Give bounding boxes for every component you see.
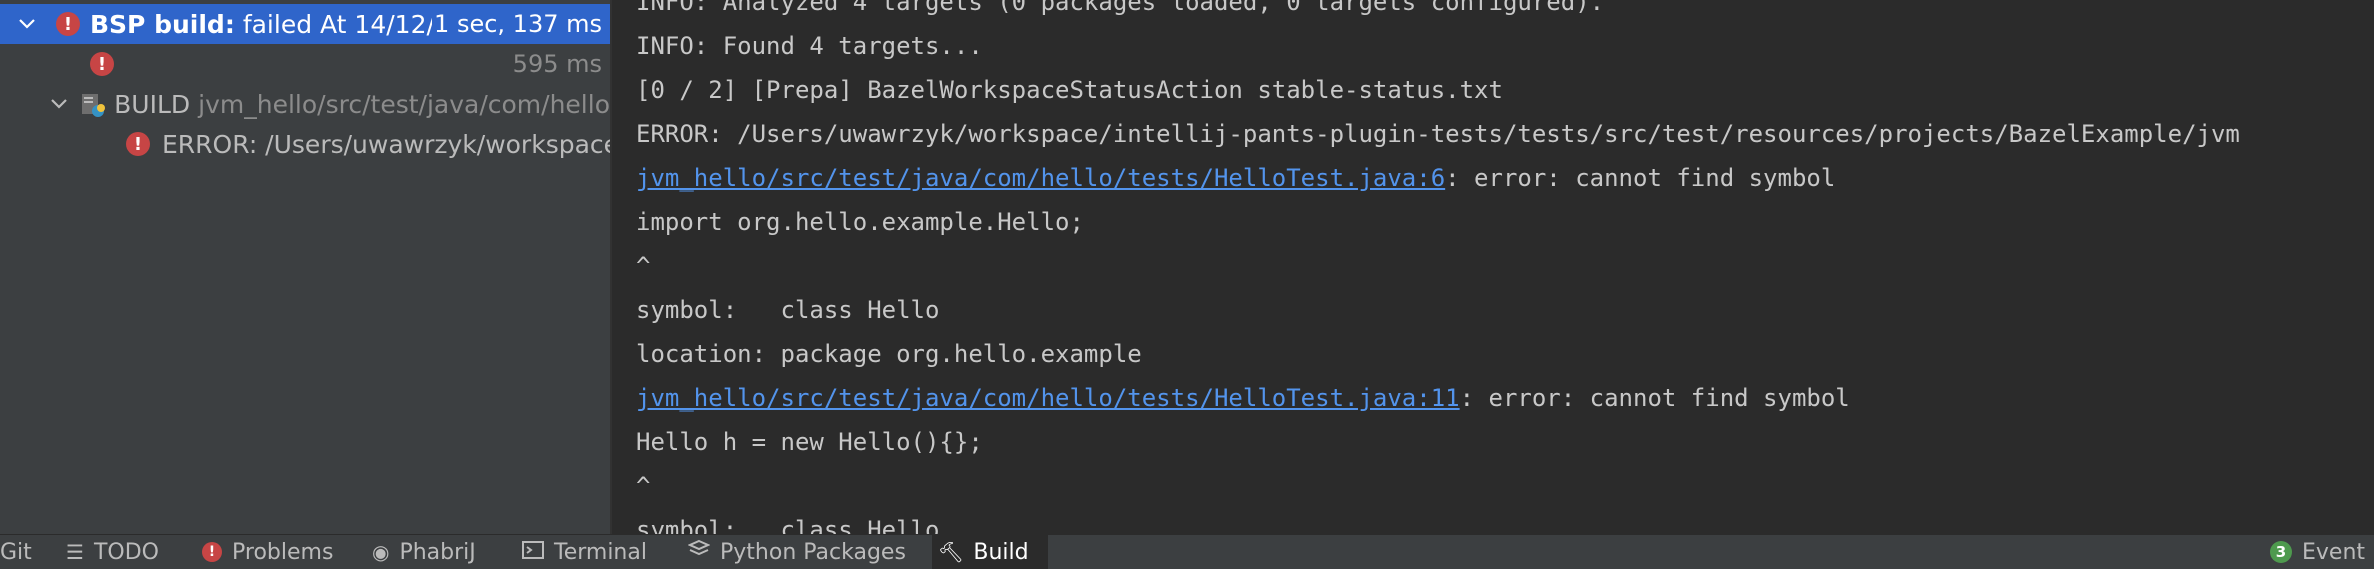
tab-python-packages[interactable]: Python Packages xyxy=(682,535,912,569)
console-line: Hello h = new Hello(){}; xyxy=(636,428,983,456)
tab-problems[interactable]: ! Problems xyxy=(196,535,339,569)
file-link[interactable]: jvm_hello/src/test/java/com/hello/tests/… xyxy=(636,384,1460,412)
file-link[interactable]: jvm_hello/src/test/java/com/hello/tests/… xyxy=(636,164,1445,192)
tab-git-label: Git xyxy=(0,539,32,565)
console-line: INFO: Found 4 targets... xyxy=(636,32,983,60)
tab-python-packages-label: Python Packages xyxy=(720,539,906,565)
tab-event-log[interactable]: 3 Event Log xyxy=(2264,535,2374,569)
console-line: symbol: class Hello xyxy=(636,296,940,324)
build-title: BSP build: xyxy=(90,9,235,39)
chevron-down-icon[interactable] xyxy=(48,84,70,124)
console-line: ^ xyxy=(636,252,651,280)
console-line: location: package org.hello.example xyxy=(636,340,1142,368)
error-message: ERROR: /Users/uwawrzyk/workspace xyxy=(162,129,611,159)
build-tree-panel: ! BSP build: failed At 14/12/20 1 sec, 1… xyxy=(0,0,611,534)
tab-problems-label: Problems xyxy=(232,539,334,565)
terminal-icon xyxy=(522,540,544,565)
tab-todo[interactable]: ☰ TODO xyxy=(60,535,165,569)
layers-icon xyxy=(687,539,711,565)
list-icon: ☰ xyxy=(66,540,84,564)
bazel-file-icon xyxy=(80,91,106,117)
tree-row-bsp-build[interactable]: ! BSP build: failed At 14/12/20 1 sec, 1… xyxy=(0,4,610,44)
tree-row-error-message[interactable]: ! ERROR: /Users/uwawrzyk/workspace xyxy=(0,124,610,164)
tab-event-log-label: Event Log xyxy=(2302,539,2374,565)
console-line: ERROR: /Users/uwawrzyk/workspace/intelli… xyxy=(636,120,2240,148)
tab-terminal-label: Terminal xyxy=(554,539,647,565)
tab-git[interactable]: Git xyxy=(0,535,38,569)
console-line: [0 / 2] [Prepa] BazelWorkspaceStatusActi… xyxy=(636,76,1503,104)
error-icon: ! xyxy=(56,12,80,36)
event-count-badge: 3 xyxy=(2270,541,2292,563)
hammer-icon: 🔨︎ xyxy=(938,540,964,564)
error-text: : error: cannot find symbol xyxy=(1445,164,1836,192)
console-line: ^ xyxy=(636,472,651,500)
build-duration: 1 sec, 137 ms xyxy=(432,4,602,44)
chevron-down-icon[interactable] xyxy=(12,4,42,44)
console-line: symbol: class Hello xyxy=(636,516,940,534)
build-target-path: jvm_hello/src/test/java/com/hello xyxy=(198,89,610,119)
console-line-link: jvm_hello/src/test/java/com/hello/tests/… xyxy=(636,376,1850,420)
tab-build-label: Build xyxy=(973,539,1029,565)
tab-build[interactable]: 🔨︎ Build xyxy=(932,535,1048,569)
console-line: import org.hello.example.Hello; xyxy=(636,208,1084,236)
build-console: INFO: Analyzed 4 targets (0 packages loa… xyxy=(612,0,2374,534)
tab-phabrij-label: PhabriJ xyxy=(399,539,476,565)
tab-todo-label: TODO xyxy=(93,539,159,565)
console-line: INFO: Analyzed 4 targets (0 packages loa… xyxy=(636,0,1605,16)
node-duration: 595 ms xyxy=(512,50,602,78)
error-icon: ! xyxy=(126,132,150,156)
tree-row-error-node[interactable]: ! 595 ms xyxy=(0,44,610,84)
tree-row-build-target[interactable]: BUILD jvm_hello/src/test/java/com/hello xyxy=(0,84,610,124)
eye-icon: ◉ xyxy=(372,540,390,564)
tab-phabrij[interactable]: ◉ PhabriJ xyxy=(366,535,482,569)
console-line-link: jvm_hello/src/test/java/com/hello/tests/… xyxy=(636,156,1835,200)
tool-window-bar: Git ☰ TODO ! Problems ◉ PhabriJ Terminal… xyxy=(0,534,2374,569)
tab-terminal[interactable]: Terminal xyxy=(516,535,653,569)
error-icon: ! xyxy=(202,542,222,562)
error-text: : error: cannot find symbol xyxy=(1459,384,1850,412)
error-icon: ! xyxy=(90,52,114,76)
build-target-label: BUILD xyxy=(114,89,191,119)
